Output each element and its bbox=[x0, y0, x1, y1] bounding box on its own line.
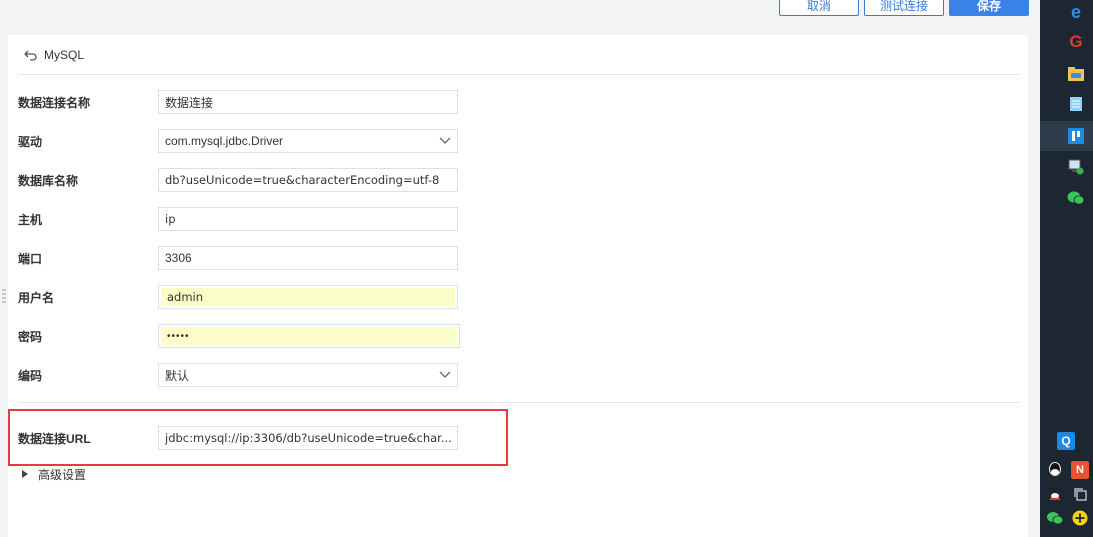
back-icon[interactable] bbox=[24, 48, 38, 62]
office-icon[interactable]: N bbox=[1071, 461, 1089, 479]
database-input[interactable]: db?useUnicode=true&characterEncoding=utf… bbox=[158, 168, 458, 192]
username-label: 用户名 bbox=[18, 290, 55, 305]
panel-header: MySQL bbox=[18, 35, 1020, 75]
database-row: 数据库名称 db?useUnicode=true&characterEncodi… bbox=[18, 168, 478, 192]
file-explorer-icon[interactable] bbox=[1067, 65, 1085, 83]
advanced-settings-label: 高级设置 bbox=[38, 467, 87, 482]
password-input[interactable]: ••••• bbox=[158, 324, 460, 348]
encoding-value: 默认 bbox=[165, 368, 190, 383]
network-icon[interactable] bbox=[1067, 158, 1085, 176]
driver-row: 驱动 com.mysql.jdbc.Driver bbox=[18, 129, 478, 153]
host-input[interactable]: ip bbox=[158, 207, 458, 231]
encoding-label: 编码 bbox=[18, 368, 43, 383]
encoding-row: 编码 默认 bbox=[18, 363, 478, 387]
driver-label: 驱动 bbox=[18, 134, 43, 149]
qq-color-icon[interactable] bbox=[1046, 485, 1064, 503]
system-taskbar: e G Q N bbox=[1040, 0, 1093, 537]
name-label: 数据连接名称 bbox=[18, 95, 91, 110]
password-row: 密码 ••••• bbox=[18, 324, 478, 348]
highlight-box bbox=[8, 409, 508, 466]
host-label: 主机 bbox=[18, 212, 43, 227]
top-toolbar: 取消 测试连接 保存 bbox=[0, 0, 1040, 24]
port-label: 端口 bbox=[18, 251, 43, 266]
section-divider bbox=[18, 402, 1020, 403]
wechat-small-icon[interactable] bbox=[1046, 509, 1064, 527]
driver-value: com.mysql.jdbc.Driver bbox=[165, 134, 284, 148]
username-input[interactable]: admin bbox=[158, 285, 458, 309]
host-row: 主机 ip bbox=[18, 207, 478, 231]
port-input[interactable]: 3306 bbox=[158, 246, 458, 270]
test-connection-button[interactable]: 测试连接 bbox=[864, 0, 944, 16]
copy-icon[interactable] bbox=[1071, 485, 1089, 503]
advanced-settings-toggle[interactable]: 高级设置 bbox=[22, 465, 86, 483]
cancel-button[interactable]: 取消 bbox=[779, 0, 859, 16]
password-label: 密码 bbox=[18, 329, 43, 344]
expand-triangle-icon bbox=[22, 470, 28, 478]
chevron-down-icon bbox=[439, 137, 451, 144]
plus-icon[interactable] bbox=[1071, 509, 1089, 527]
save-button[interactable]: 保存 bbox=[949, 0, 1029, 16]
port-row: 端口 3306 bbox=[18, 246, 478, 270]
notepad-icon[interactable] bbox=[1067, 95, 1085, 113]
edge-icon[interactable]: e bbox=[1067, 2, 1085, 22]
page-title: MySQL bbox=[44, 47, 85, 62]
search-q-icon[interactable]: Q bbox=[1057, 432, 1075, 450]
browser-icon[interactable]: G bbox=[1067, 32, 1085, 51]
driver-select[interactable]: com.mysql.jdbc.Driver bbox=[158, 129, 458, 153]
chevron-down-icon bbox=[439, 371, 451, 378]
database-label: 数据库名称 bbox=[18, 173, 79, 188]
wechat-icon[interactable] bbox=[1067, 189, 1085, 207]
name-row: 数据连接名称 数据连接 bbox=[18, 90, 478, 114]
encoding-select[interactable]: 默认 bbox=[158, 363, 458, 387]
qq-icon[interactable] bbox=[1046, 461, 1064, 479]
username-row: 用户名 admin bbox=[18, 285, 478, 309]
name-input[interactable]: 数据连接 bbox=[158, 90, 458, 114]
resize-handle[interactable] bbox=[2, 287, 6, 305]
app-icon[interactable] bbox=[1067, 127, 1085, 145]
